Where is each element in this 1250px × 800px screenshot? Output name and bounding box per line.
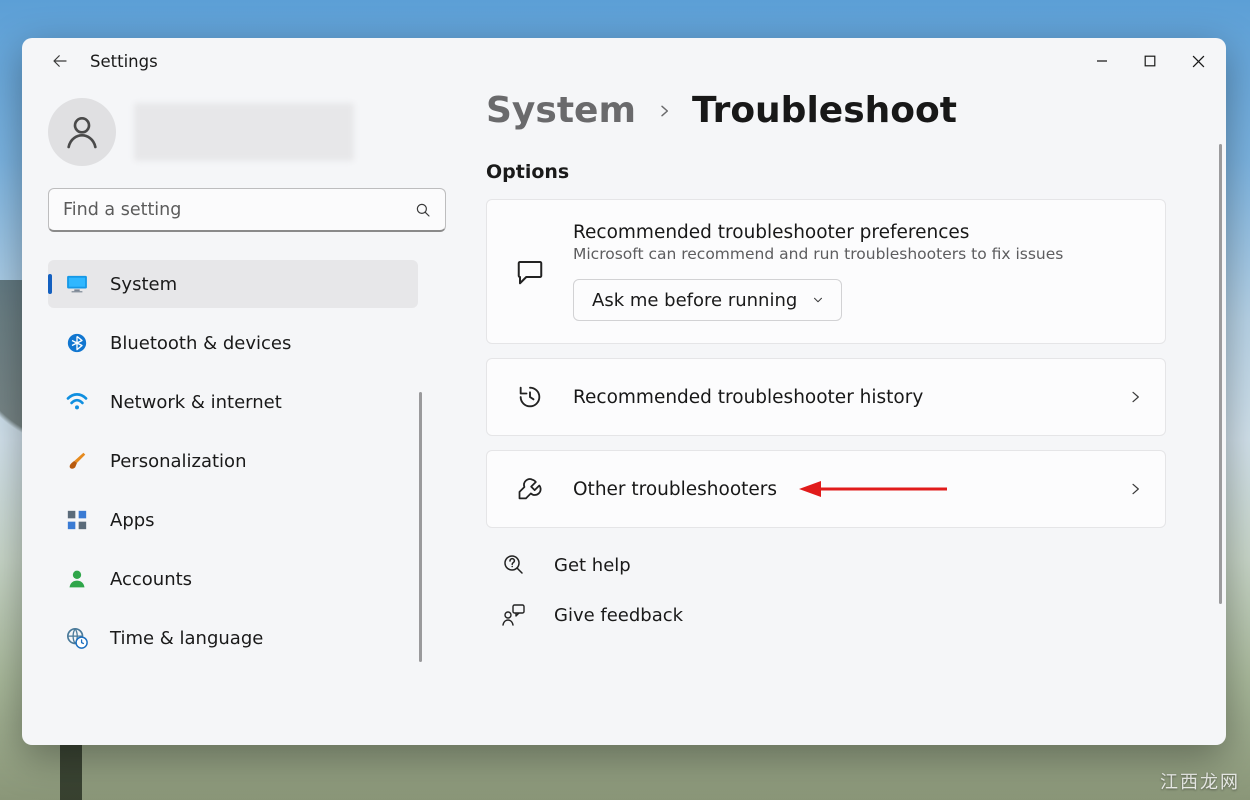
- dropdown-selected: Ask me before running: [592, 290, 797, 311]
- give-feedback-link[interactable]: Give feedback: [502, 594, 1214, 636]
- sidebar-item-apps[interactable]: Apps: [48, 496, 418, 544]
- nav-list: System Bluetooth & devices Network & int…: [48, 260, 452, 662]
- help-icon: [502, 553, 526, 577]
- close-button[interactable]: [1174, 41, 1222, 81]
- close-icon: [1192, 55, 1205, 68]
- person-icon: [66, 568, 88, 590]
- other-troubleshooters-card[interactable]: Other troubleshooters: [486, 450, 1166, 528]
- history-card[interactable]: Recommended troubleshooter history: [486, 358, 1166, 436]
- sidebar-item-label: Apps: [110, 510, 155, 531]
- brush-icon: [66, 450, 88, 472]
- minimize-button[interactable]: [1078, 41, 1126, 81]
- sidebar-item-network[interactable]: Network & internet: [48, 378, 418, 426]
- sidebar-scrollbar[interactable]: [419, 392, 423, 662]
- maximize-icon: [1144, 55, 1156, 67]
- settings-window: Settings: [22, 38, 1226, 745]
- watermark-text: 江西龙网: [1160, 768, 1240, 794]
- card-title: Other troubleshooters: [573, 479, 1101, 500]
- person-outline-icon: [62, 112, 102, 152]
- search-container: [48, 188, 446, 232]
- sidebar-item-system[interactable]: System: [48, 260, 418, 308]
- card-subtitle: Microsoft can recommend and run troubles…: [573, 245, 1143, 263]
- wifi-icon: [66, 391, 88, 413]
- card-title: Recommended troubleshooter preferences: [573, 222, 1143, 243]
- sidebar-item-label: Network & internet: [110, 392, 282, 413]
- sidebar: System Bluetooth & devices Network & int…: [22, 84, 452, 745]
- chevron-right-icon: [656, 101, 672, 121]
- recommended-prefs-card: Recommended troubleshooter preferences M…: [486, 199, 1166, 344]
- chevron-right-icon: [1127, 481, 1143, 497]
- breadcrumb: System Troubleshoot: [486, 90, 1214, 131]
- search-input[interactable]: [48, 188, 446, 232]
- link-label: Give feedback: [554, 605, 683, 626]
- sidebar-item-accounts[interactable]: Accounts: [48, 555, 418, 603]
- sidebar-item-time-language[interactable]: Time & language: [48, 614, 418, 662]
- titlebar: Settings: [22, 38, 1226, 84]
- sidebar-item-personalization[interactable]: Personalization: [48, 437, 418, 485]
- get-help-link[interactable]: Get help: [502, 544, 1214, 586]
- card-title: Recommended troubleshooter history: [573, 387, 1101, 408]
- breadcrumb-current: Troubleshoot: [692, 90, 957, 131]
- window-body: System Bluetooth & devices Network & int…: [22, 84, 1226, 745]
- chevron-down-icon: [811, 293, 825, 307]
- maximize-button[interactable]: [1126, 41, 1174, 81]
- app-title: Settings: [90, 52, 158, 71]
- prefs-dropdown[interactable]: Ask me before running: [573, 279, 842, 321]
- profile-section[interactable]: [48, 98, 452, 166]
- window-controls: [1078, 41, 1222, 81]
- sidebar-item-label: Accounts: [110, 569, 192, 590]
- sidebar-item-label: System: [110, 274, 177, 295]
- sidebar-item-label: Personalization: [110, 451, 246, 472]
- sidebar-item-bluetooth[interactable]: Bluetooth & devices: [48, 319, 418, 367]
- main-content: System Troubleshoot Options Recommended …: [452, 84, 1226, 745]
- back-button[interactable]: [44, 45, 76, 77]
- apps-icon: [66, 509, 88, 531]
- bluetooth-icon: [66, 332, 88, 354]
- avatar: [48, 98, 116, 166]
- chevron-right-icon: [1127, 389, 1143, 405]
- options-heading: Options: [486, 161, 1214, 183]
- feedback-person-icon: [502, 603, 526, 627]
- main-scrollbar[interactable]: [1219, 144, 1223, 604]
- monitor-icon: [66, 273, 88, 295]
- breadcrumb-parent[interactable]: System: [486, 90, 636, 131]
- search-icon: [414, 201, 432, 219]
- minimize-icon: [1096, 55, 1108, 67]
- sidebar-item-label: Bluetooth & devices: [110, 333, 291, 354]
- arrow-left-icon: [51, 52, 69, 70]
- globe-clock-icon: [66, 627, 88, 649]
- wrench-icon: [513, 475, 547, 503]
- link-label: Get help: [554, 555, 631, 576]
- feedback-icon: [513, 257, 547, 287]
- sidebar-item-label: Time & language: [110, 628, 263, 649]
- profile-name-redacted: [134, 103, 354, 161]
- history-icon: [513, 383, 547, 411]
